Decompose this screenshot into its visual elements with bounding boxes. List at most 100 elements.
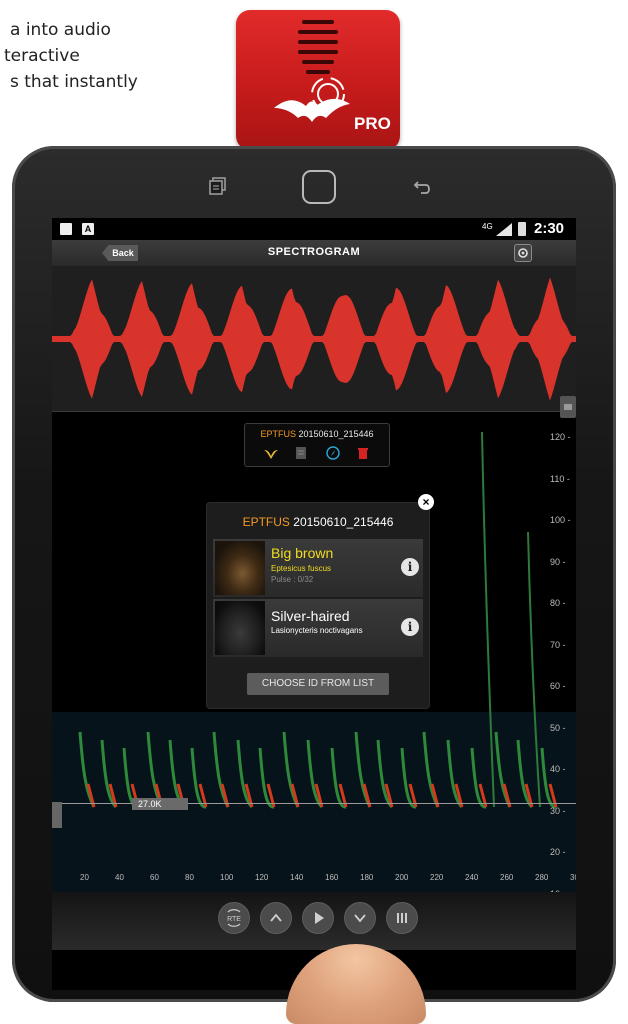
y-axis-tick-label: 50 - — [550, 722, 566, 733]
bat-species-icon[interactable] — [263, 446, 279, 460]
settings-button[interactable] — [514, 244, 532, 262]
chevron-up-icon — [270, 913, 282, 922]
play-button[interactable] — [302, 902, 334, 934]
home-button[interactable] — [302, 170, 336, 204]
chevron-down-icon — [354, 914, 366, 923]
x-axis-tick-label: 160 — [325, 873, 339, 882]
battery-icon — [518, 222, 526, 236]
dialog-title: EPTFUS 20150610_215446 — [207, 515, 429, 529]
intro-line-3: s that instantly — [10, 72, 138, 92]
species-info-button[interactable]: i — [401, 558, 419, 576]
compass-icon[interactable] — [325, 446, 341, 460]
status-time: 2:30 — [534, 220, 565, 237]
x-axis-tick-label: 20 — [80, 873, 89, 882]
y-axis-tick-label: 20 - — [550, 847, 566, 857]
waveform-view[interactable] — [52, 266, 576, 412]
species-pulse-count: Pulse : 0/32 — [271, 575, 314, 584]
play-icon — [315, 912, 324, 924]
x-axis-tick-label: 80 — [185, 873, 194, 882]
waveform-plot — [52, 277, 576, 401]
choose-id-from-list-button[interactable]: CHOOSE ID FROM LIST — [247, 673, 389, 695]
recording-title: EPTFUS 20150610_215446 — [245, 429, 389, 439]
rte-button[interactable]: RTE — [218, 902, 250, 934]
x-axis-tick-label: 280 — [535, 873, 549, 882]
recording-info-box: EPTFUS 20150610_215446 — [244, 423, 390, 467]
signal-label: 4G — [482, 222, 493, 231]
x-axis-tick-label: 180 — [360, 873, 374, 882]
y-axis-tick-label: 30 - — [550, 805, 566, 816]
y-axis-tick-label: 60 - — [550, 681, 566, 691]
species-scientific-name: Eptesicus fuscus — [271, 564, 332, 573]
sd-card-icon — [60, 223, 72, 235]
app-toolbar: Back SPECTROGRAM — [52, 240, 576, 266]
x-axis-tick-label: 200 — [395, 873, 409, 882]
sim-icon: A — [82, 223, 94, 235]
x-axis-tick-label: 140 — [290, 873, 304, 882]
species-id-dialog: EPTFUS 20150610_215446 Big brown Eptesic… — [207, 503, 429, 708]
x-axis-tick-label: 120 — [255, 873, 269, 882]
back-nav-icon[interactable] — [412, 176, 434, 198]
frequency-marker-line[interactable] — [52, 803, 576, 804]
frequency-marker-handle[interactable] — [52, 802, 62, 828]
next-button[interactable] — [344, 902, 376, 934]
x-axis-tick-label: 240 — [465, 873, 479, 882]
playback-controls: RTE — [52, 892, 576, 950]
signal-strength-icon — [496, 223, 512, 236]
y-axis-tick-label: 100 - — [550, 515, 571, 525]
species-common-name: Big brown — [271, 545, 334, 561]
trash-icon[interactable] — [355, 446, 371, 460]
dialog-recording-id: 20150610_215446 — [293, 515, 394, 529]
y-axis-tick-label: 110 - — [550, 473, 570, 484]
y-axis-tick-label: 40 - — [550, 764, 566, 774]
intro-text: a into audio teractive s that instantly — [0, 0, 240, 140]
y-axis-tick-label: 120 - — [550, 432, 571, 442]
grille-slot — [298, 40, 338, 44]
x-axis-tick-label: 60 — [150, 873, 159, 882]
waveform-trace — [52, 277, 576, 401]
x-axis-tick-label: 220 — [430, 873, 444, 882]
bat-logo-icon — [274, 77, 350, 122]
grille-slot — [302, 20, 334, 24]
recording-code: EPTFUS — [260, 429, 296, 439]
recent-apps-icon[interactable] — [208, 176, 228, 196]
y-axis-tick-label: 80 - — [550, 598, 566, 608]
grille-slot — [306, 70, 330, 74]
grille-slot — [298, 30, 338, 34]
species-photo — [215, 601, 265, 655]
gear-icon — [518, 248, 528, 258]
species-option-big-brown[interactable]: Big brown Eptesicus fuscus Pulse : 0/32 … — [213, 539, 423, 597]
x-axis-tick-label: 260 — [500, 873, 514, 882]
grille-slot — [298, 50, 338, 54]
y-axis-tick-label: 90 - — [550, 556, 566, 567]
status-bar: A 4G 2:30 — [52, 218, 576, 240]
bat-detector-device: PRO — [236, 10, 400, 156]
notes-icon[interactable] — [293, 446, 309, 460]
columns-icon — [397, 913, 407, 923]
frequency-marker-label: 27.0K — [132, 798, 188, 810]
zoom-handle[interactable] — [560, 396, 576, 418]
pro-badge: PRO — [354, 114, 391, 133]
grille-slot — [302, 60, 334, 64]
species-scientific-name: Lasionycteris noctivagans — [271, 626, 363, 635]
intro-line-2: teractive — [4, 46, 80, 66]
x-axis-tick-label: 30 — [570, 873, 576, 882]
species-photo — [215, 541, 265, 595]
y-axis-tick-label: 70 - — [550, 639, 566, 650]
zoom-handle-icon — [564, 404, 572, 410]
rte-icon: RTE — [227, 909, 241, 927]
intro-line-1: a into audio — [10, 20, 111, 40]
app-screen: A 4G 2:30 Back SPECTROGRAM 120 - 110 - 1… — [52, 218, 576, 990]
previous-button[interactable] — [260, 902, 292, 934]
close-dialog-button[interactable]: × — [418, 494, 434, 510]
tablet-frame: A 4G 2:30 Back SPECTROGRAM 120 - 110 - 1… — [12, 146, 616, 1002]
rte-label: RTE — [227, 916, 241, 923]
species-option-silver-haired[interactable]: Silver-haired Lasionycteris noctivagans … — [213, 599, 423, 657]
x-axis-tick-label: 100 — [220, 873, 234, 882]
menu-button[interactable] — [386, 902, 418, 934]
dialog-code: EPTFUS — [242, 515, 290, 529]
x-axis-tick-label: 40 — [115, 873, 124, 882]
recording-id: 20150610_215446 — [298, 429, 374, 439]
species-info-button[interactable]: i — [401, 618, 419, 636]
page-title: SPECTROGRAM — [267, 246, 361, 258]
species-common-name: Silver-haired — [271, 608, 350, 624]
